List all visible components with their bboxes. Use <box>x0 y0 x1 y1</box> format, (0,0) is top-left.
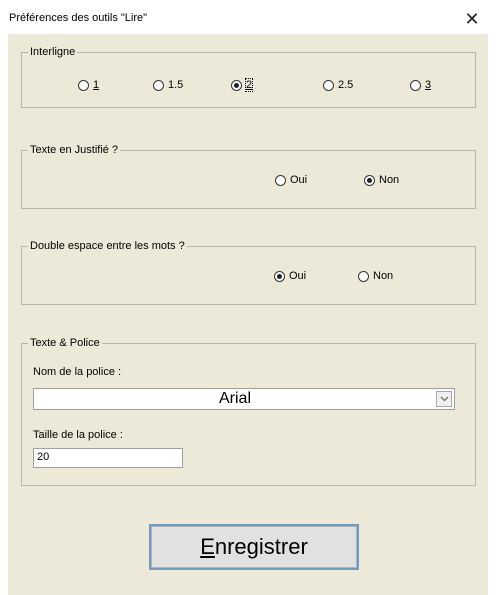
interligne-legend: Interligne <box>28 45 78 59</box>
chevron-down-icon[interactable] <box>436 391 452 407</box>
radio-label: 3 <box>425 79 432 91</box>
close-icon[interactable]: ✕ <box>456 8 488 30</box>
interligne-radio-1[interactable]: 1 <box>78 79 99 91</box>
radio-label: Oui <box>289 270 307 282</box>
interligne-radio-2[interactable]: 2 <box>231 78 254 92</box>
radio-label: Non <box>379 174 400 186</box>
radio-circle <box>410 79 421 91</box>
font-size-input[interactable]: 20 <box>33 448 183 468</box>
justifie-radio-non[interactable]: Non <box>364 174 399 186</box>
interligne-radio-3[interactable]: 3 <box>410 79 431 91</box>
dialog-body: Interligne 1 1.5 2 2.5 3 Texte en Justif… <box>8 34 488 595</box>
interligne-group: Interligne 1 1.5 2 2.5 3 <box>21 45 476 108</box>
double-espace-legend: Double espace entre les mots ? <box>28 239 187 253</box>
radio-label: 2.5 <box>338 79 354 91</box>
interligne-radio-1-5[interactable]: 1.5 <box>153 79 183 91</box>
radio-circle <box>231 79 242 91</box>
save-button-accelerator: E <box>200 534 215 559</box>
font-name-select[interactable]: Arial <box>33 388 455 410</box>
double-espace-radio-oui[interactable]: Oui <box>274 270 306 282</box>
radio-label: 2 <box>244 78 254 92</box>
radio-circle <box>364 174 375 186</box>
save-button-face: Enregistrer <box>151 526 357 568</box>
title-bar: Préférences des outils "Lire" ✕ <box>0 0 497 34</box>
save-button-label: nregistrer <box>214 534 308 559</box>
radio-circle <box>153 79 164 91</box>
justifie-legend: Texte en Justifié ? <box>28 143 121 157</box>
radio-circle <box>323 79 334 91</box>
radio-circle <box>358 270 369 282</box>
radio-circle <box>275 174 286 186</box>
double-espace-radio-non[interactable]: Non <box>358 270 393 282</box>
radio-label: Non <box>373 270 394 282</box>
radio-label: 1.5 <box>168 79 184 91</box>
radio-circle <box>274 270 285 282</box>
radio-label: Oui <box>290 174 308 186</box>
interligne-radio-2-5[interactable]: 2.5 <box>323 79 353 91</box>
radio-circle <box>78 79 89 91</box>
justifie-group: Texte en Justifié ? Oui Non <box>21 143 476 209</box>
font-name-value: Arial <box>218 390 251 407</box>
save-button[interactable]: Enregistrer <box>149 524 359 570</box>
font-name-label: Nom de la police : <box>33 366 122 378</box>
justifie-radio-oui[interactable]: Oui <box>275 174 307 186</box>
double-espace-group: Double espace entre les mots ? Oui Non <box>21 239 476 305</box>
police-legend: Texte & Police <box>28 336 102 350</box>
window-title: Préférences des outils "Lire" <box>9 12 148 24</box>
radio-label: 1 <box>93 79 100 91</box>
font-size-label: Taille de la police : <box>33 429 123 441</box>
